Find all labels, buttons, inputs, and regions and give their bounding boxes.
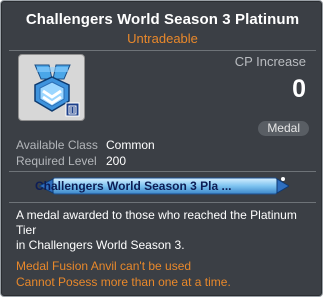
medal-nameplate-text: Challengers World Season 3 Pla ... xyxy=(35,179,232,193)
requirement-row: Available Class Common xyxy=(16,138,155,152)
item-icon-frame xyxy=(18,54,85,121)
requirement-row: Required Level 200 xyxy=(16,154,126,168)
requirement-label: Available Class xyxy=(16,138,98,152)
requirement-value: 200 xyxy=(106,154,127,168)
cp-increase-label: CP Increase xyxy=(234,54,306,69)
divider xyxy=(9,202,316,203)
platinum-medal-icon xyxy=(34,64,80,117)
description-line: A medal awarded to those who reached the… xyxy=(16,208,297,222)
description-line: Tier xyxy=(16,223,37,237)
requirement-value: Common xyxy=(106,138,155,152)
trade-status: Untradeable xyxy=(127,31,198,46)
warning-text: Medal Fusion Anvil can't be used xyxy=(16,259,192,273)
divider xyxy=(9,50,316,51)
item-description: A medal awarded to those who reached the… xyxy=(16,208,311,253)
divider xyxy=(9,171,316,172)
description-line: in Challengers World Season 3. xyxy=(16,238,185,252)
item-tooltip: Challengers World Season 3 Platinum Untr… xyxy=(0,0,323,297)
item-type-badge: Medal xyxy=(258,121,309,136)
warning-text: Cannot Posess more than one at a time. xyxy=(16,275,231,289)
requirement-label: Required Level xyxy=(16,154,97,168)
cp-increase-value: 0 xyxy=(292,75,306,103)
item-name: Challengers World Season 3 Platinum xyxy=(25,11,300,28)
